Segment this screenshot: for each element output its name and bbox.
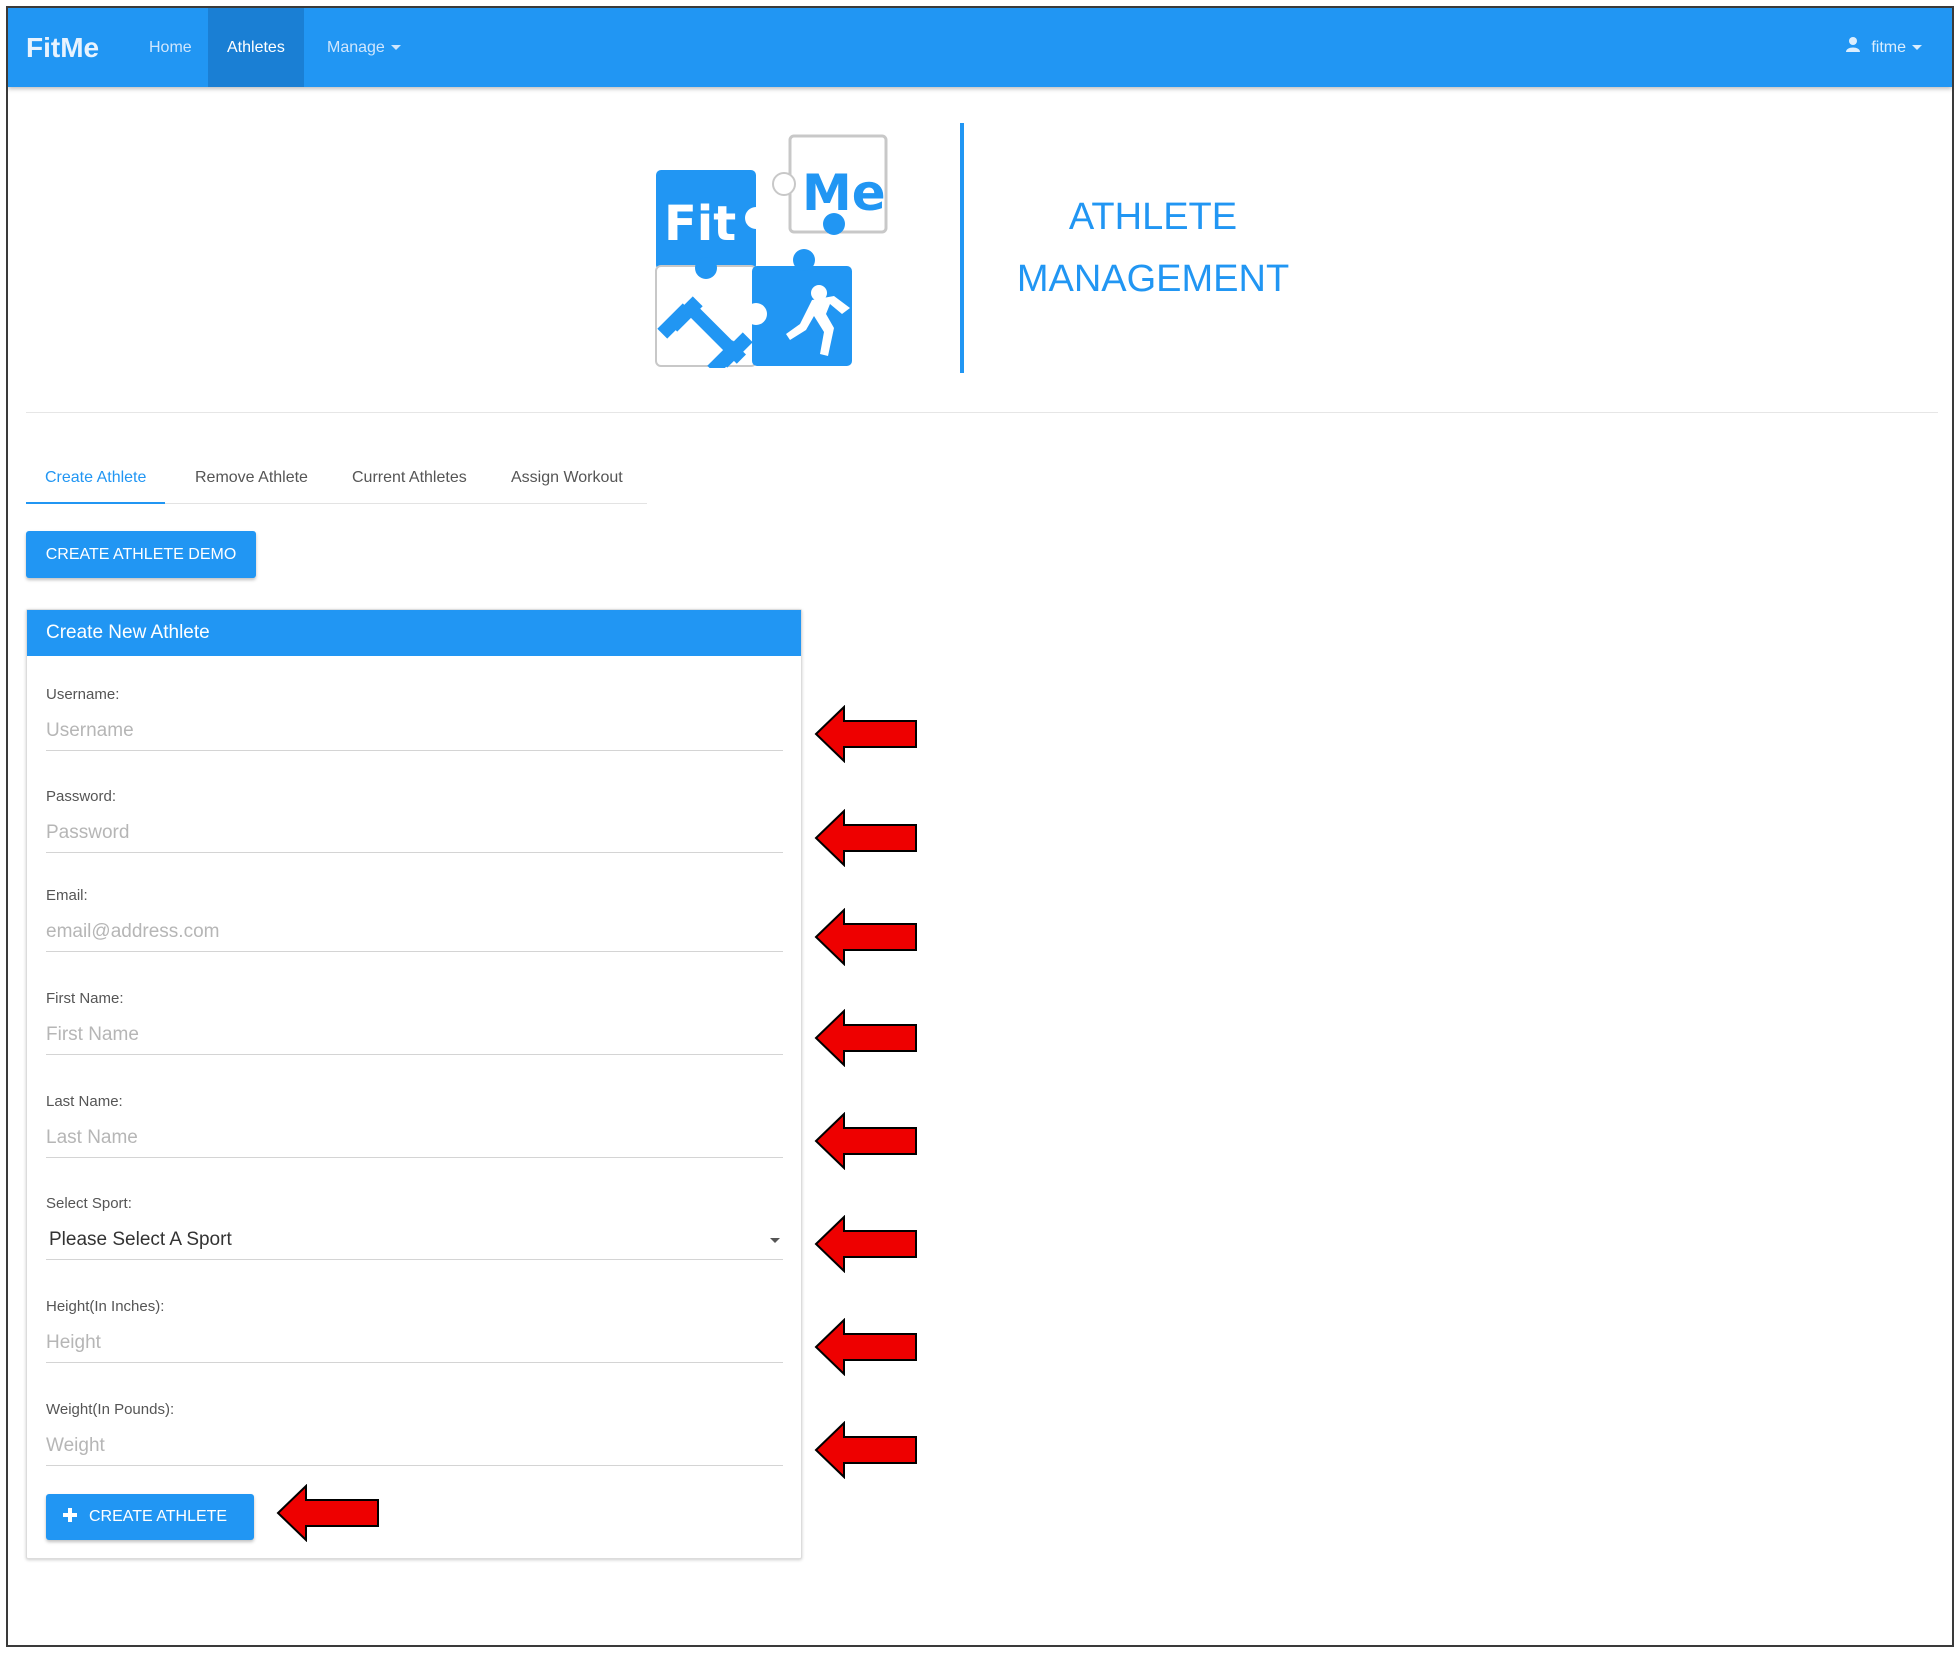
header-divider bbox=[960, 123, 964, 373]
top-navbar: FitMe Home Athletes Manage fitme bbox=[8, 8, 1952, 87]
sport-select-value: Please Select A Sport bbox=[49, 1229, 232, 1250]
weight-label: Weight(In Pounds): bbox=[46, 1401, 175, 1418]
brand-logo[interactable]: FitMe bbox=[26, 8, 99, 87]
page-title-line2: MANAGEMENT bbox=[1016, 258, 1290, 300]
tab-remove-athlete[interactable]: Remove Athlete bbox=[176, 456, 327, 504]
nav-manage-label: Manage bbox=[327, 39, 385, 56]
sport-select[interactable]: Please Select A Sport bbox=[46, 1220, 783, 1260]
page-title-line1: ATHLETE bbox=[1068, 196, 1238, 238]
create-athlete-panel: Create New Athlete Username: Username Pa… bbox=[26, 609, 802, 1559]
plus-icon bbox=[63, 1507, 77, 1522]
height-input[interactable]: Height bbox=[46, 1323, 783, 1363]
first-name-label: First Name: bbox=[46, 990, 124, 1007]
first-name-input[interactable]: First Name bbox=[46, 1015, 783, 1055]
nav-athletes[interactable]: Athletes bbox=[208, 8, 304, 87]
chevron-down-icon bbox=[390, 45, 401, 51]
last-name-label: Last Name: bbox=[46, 1093, 123, 1110]
chevron-down-icon bbox=[770, 1238, 780, 1243]
annotation-arrow-icon bbox=[814, 1215, 917, 1273]
annotation-arrow-icon bbox=[276, 1484, 379, 1542]
annotation-arrow-icon bbox=[814, 705, 917, 763]
nav-home[interactable]: Home bbox=[130, 8, 211, 87]
tab-assign-workout[interactable]: Assign Workout bbox=[492, 456, 642, 504]
svg-text:Me: Me bbox=[802, 164, 886, 222]
create-athlete-button-label: CREATE ATHLETE bbox=[89, 1508, 228, 1525]
tab-current-athletes[interactable]: Current Athletes bbox=[333, 456, 486, 504]
tab-create-athlete[interactable]: Create Athlete bbox=[26, 456, 166, 504]
svg-text:Fit: Fit bbox=[664, 196, 736, 252]
password-label: Password: bbox=[46, 788, 117, 805]
annotation-arrow-icon bbox=[814, 1421, 917, 1479]
user-name: fitme bbox=[1871, 39, 1906, 56]
annotation-arrow-icon bbox=[814, 1318, 917, 1376]
create-athlete-button[interactable]: CREATE ATHLETE bbox=[46, 1494, 254, 1540]
user-menu[interactable]: fitme bbox=[1845, 8, 1922, 87]
email-label: Email: bbox=[46, 887, 88, 904]
annotation-arrow-icon bbox=[814, 1009, 917, 1067]
last-name-input[interactable]: Last Name bbox=[46, 1118, 783, 1158]
athlete-tabs: Create Athlete Remove Athlete Current At… bbox=[26, 456, 647, 504]
annotation-arrow-icon bbox=[814, 1112, 917, 1170]
panel-title: Create New Athlete bbox=[27, 610, 801, 656]
chevron-down-icon bbox=[1912, 45, 1922, 51]
user-icon bbox=[1845, 8, 1861, 87]
annotation-arrow-icon bbox=[814, 809, 917, 867]
create-athlete-demo-button[interactable]: CREATE ATHLETE DEMO bbox=[26, 531, 256, 578]
header-rule bbox=[26, 412, 1938, 413]
email-input[interactable]: email@address.com bbox=[46, 912, 783, 952]
height-label: Height(In Inches): bbox=[46, 1298, 165, 1315]
fitme-logo: Fit Me bbox=[654, 128, 894, 376]
annotation-arrow-icon bbox=[814, 908, 917, 966]
sport-label: Select Sport: bbox=[46, 1195, 132, 1212]
username-label: Username: bbox=[46, 686, 120, 703]
weight-input[interactable]: Weight bbox=[46, 1426, 783, 1466]
app-frame: FitMe Home Athletes Manage fitme Fit Me bbox=[6, 6, 1954, 1647]
nav-manage[interactable]: Manage bbox=[308, 8, 420, 87]
username-input[interactable]: Username bbox=[46, 711, 783, 751]
password-input[interactable]: Password bbox=[46, 813, 783, 853]
